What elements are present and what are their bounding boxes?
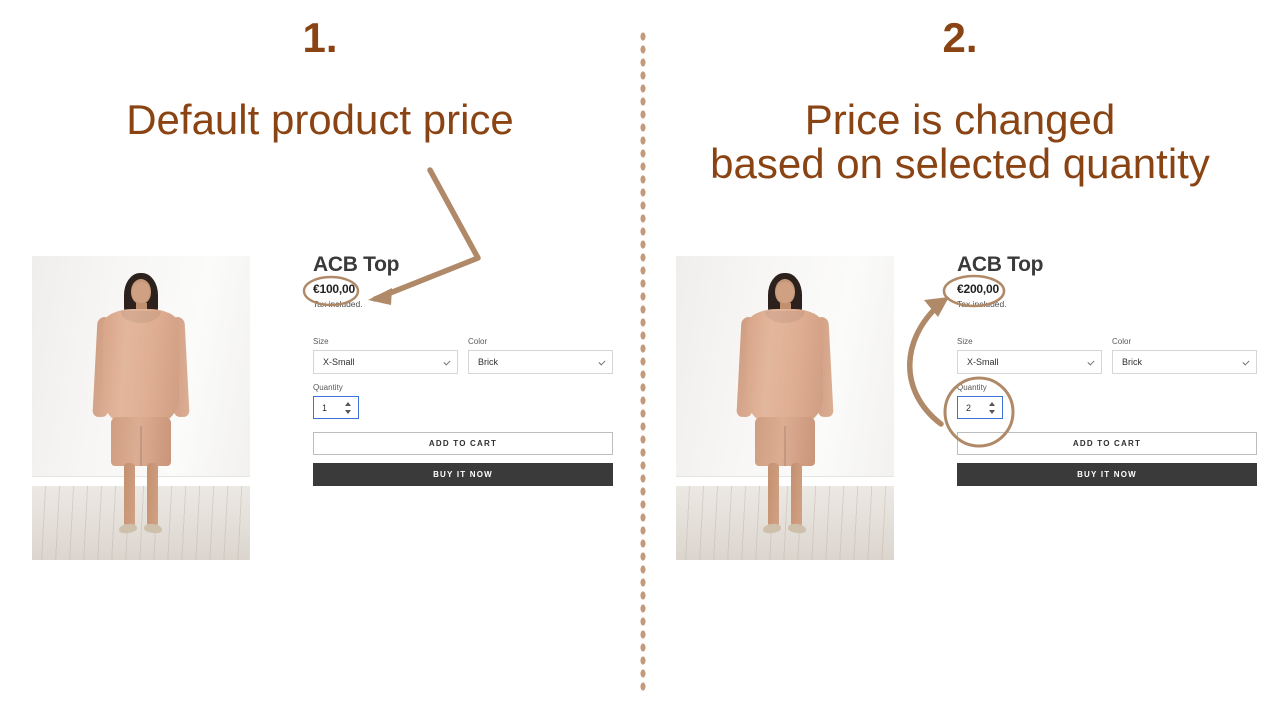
product-price: €200,00 [957,282,999,296]
tax-note: Tax included. [957,299,1007,309]
model-leg-right [147,462,158,527]
add-to-cart-button[interactable]: ADD TO CART [313,432,613,455]
product-top-garment [747,309,823,428]
option-color-label: Color [468,337,488,346]
quantity-label: Quantity [313,383,343,392]
size-select-value: X-Small [323,357,355,367]
variant-options: Size X-Small Color Brick [313,337,613,374]
buy-it-now-button[interactable]: BUY IT NOW [957,463,1257,486]
step-number-2: 2. [942,14,978,61]
product-photo-left[interactable] [32,256,250,560]
studio-baseboard [676,476,894,486]
color-select[interactable]: Brick [1112,350,1257,374]
size-select[interactable]: X-Small [957,350,1102,374]
quantity-stepper[interactable]: 2 [957,396,1003,419]
slide-canvas: 1. Default product price ACB Top €100,00… [0,0,1280,720]
step-title-2: Price is changed based on selected quant… [710,96,1210,187]
quantity-block: Quantity 1 [313,383,613,419]
variant-options: Size X-Small Color Brick [957,337,1257,374]
product-info-right: ACB Top €200,00 Tax included. Size X-Sma… [957,253,1257,486]
model-face [776,282,794,304]
step-number-1: 1. [302,14,338,61]
quantity-block: Quantity 2 [957,383,1257,419]
model-face [132,282,150,304]
spinner-down-icon[interactable] [988,409,995,414]
quantity-stepper[interactable]: 1 [313,396,359,419]
product-info-left: ACB Top €100,00 Tax included. Size X-Sma… [313,253,613,486]
model-leg-right [791,462,802,527]
product-shorts-garment [755,417,815,466]
color-select-value: Brick [1122,357,1142,367]
model-leg-left [124,462,135,527]
size-select[interactable]: X-Small [313,350,458,374]
product-photo-right[interactable] [676,256,894,560]
option-size: Size X-Small [957,337,1102,374]
size-select-value: X-Small [967,357,999,367]
product-price: €100,00 [313,282,355,296]
product-top-garment [103,309,179,428]
product-title: ACB Top [313,253,400,276]
color-select[interactable]: Brick [468,350,613,374]
chevron-down-icon [598,358,606,366]
product-shorts-garment [111,417,171,466]
dotted-divider [639,30,647,692]
option-color: Color Brick [1112,337,1257,374]
quantity-value: 1 [322,402,328,413]
option-color: Color Brick [468,337,613,374]
color-select-value: Brick [478,357,498,367]
studio-floor [676,485,894,560]
chevron-down-icon [1087,358,1095,366]
product-title: ACB Top [957,253,1044,276]
add-to-cart-button[interactable]: ADD TO CART [957,432,1257,455]
quantity-label: Quantity [957,383,987,392]
chevron-down-icon [443,358,451,366]
option-color-label: Color [1112,337,1132,346]
step-title-1: Default product price [126,96,514,143]
chevron-down-icon [1242,358,1250,366]
panel-step-2: 2. Price is changed based on selected qu… [640,0,1280,720]
studio-floor [32,485,250,560]
panel-step-1: 1. Default product price ACB Top €100,00… [0,0,640,720]
model-leg-left [768,462,779,527]
option-size: Size X-Small [313,337,458,374]
option-size-label: Size [313,337,329,346]
buy-it-now-button[interactable]: BUY IT NOW [313,463,613,486]
spinner-down-icon[interactable] [344,409,351,414]
spinner-icon[interactable] [988,401,995,414]
spinner-icon[interactable] [344,401,351,414]
spinner-up-icon[interactable] [988,401,995,406]
tax-note: Tax included. [313,299,363,309]
quantity-value: 2 [966,402,972,413]
option-size-label: Size [957,337,973,346]
spinner-up-icon[interactable] [344,401,351,406]
studio-baseboard [32,476,250,486]
